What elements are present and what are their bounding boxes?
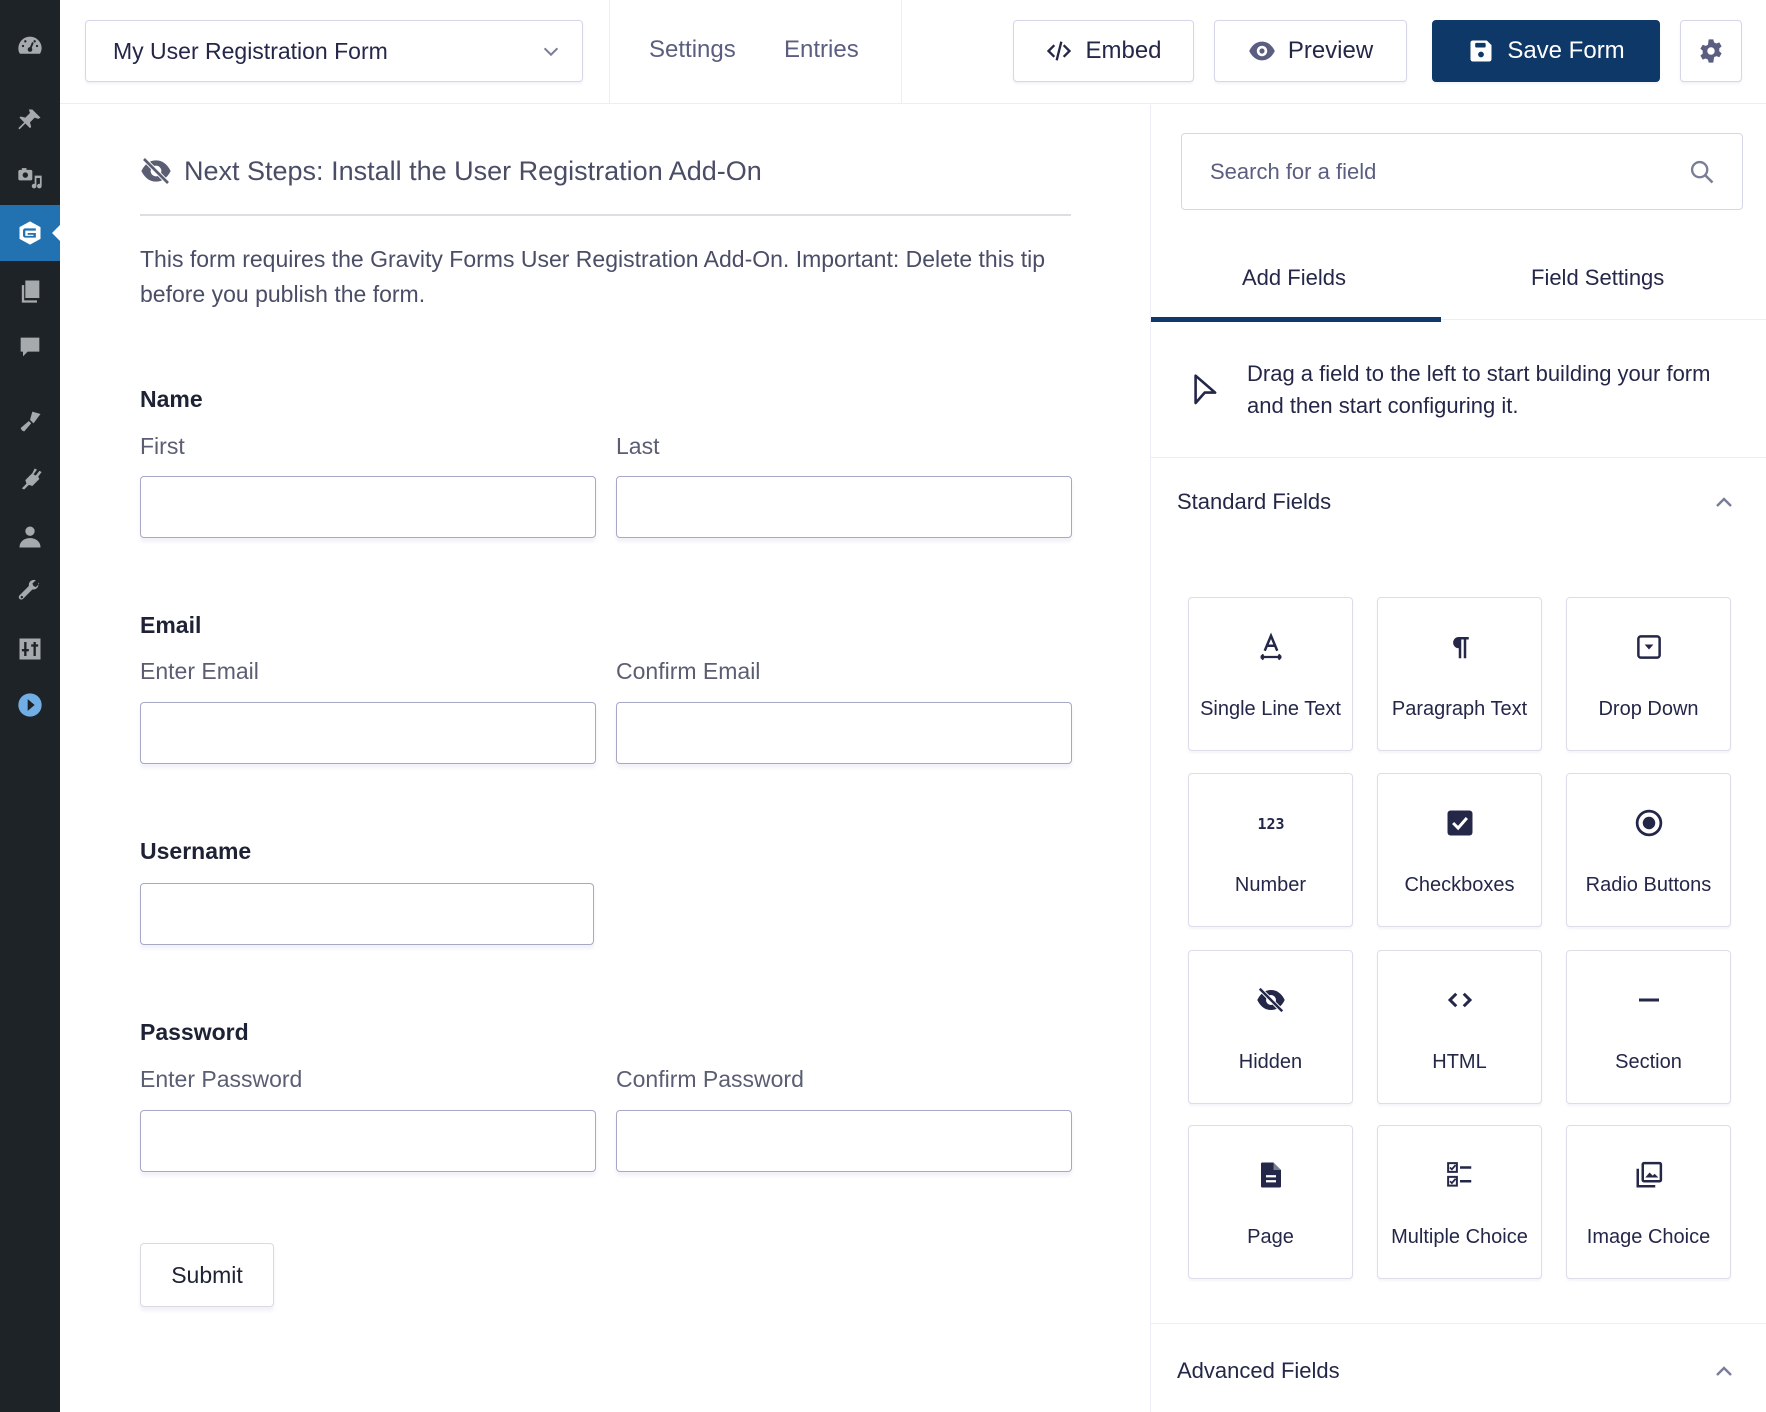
tip-text: This form requires the Gravity Forms Use…: [140, 246, 1045, 307]
form-canvas: Next Steps: Install the User Registratio…: [60, 105, 1150, 1412]
field-tile-drop-down[interactable]: Drop Down: [1566, 597, 1731, 751]
appearance-icon[interactable]: [0, 397, 60, 445]
svg-text:123: 123: [1257, 815, 1284, 833]
section-icon: [1638, 998, 1659, 1002]
field-tile-section[interactable]: Section: [1566, 950, 1731, 1104]
last-name-label: Last: [616, 433, 660, 459]
multiple-choice-icon: [1446, 1162, 1471, 1187]
admin-sidebar: [0, 0, 60, 1412]
single-line-text-icon: [1259, 632, 1282, 661]
form-editor-toolbar: My User Registration Form Settings Entri…: [60, 0, 1766, 104]
field-search-input[interactable]: Search for a field: [1181, 133, 1743, 210]
divider: [1151, 457, 1766, 458]
form-settings-button[interactable]: [1680, 20, 1742, 82]
search-icon: [1690, 160, 1714, 184]
search-placeholder: Search for a field: [1210, 158, 1377, 184]
pin-icon[interactable]: [0, 96, 60, 144]
first-name-label: First: [140, 433, 185, 459]
comments-icon[interactable]: [0, 323, 60, 371]
save-icon: [1470, 40, 1492, 62]
gravity-forms-icon[interactable]: [0, 205, 60, 261]
field-tile-paragraph-text[interactable]: Paragraph Text: [1377, 597, 1542, 751]
field-tile-page[interactable]: Page: [1188, 1125, 1353, 1279]
settings-link[interactable]: Settings: [649, 36, 736, 64]
enter-email-label: Enter Email: [140, 658, 259, 684]
confirm-password-label: Confirm Password: [616, 1066, 804, 1092]
username-field-label: Username: [140, 838, 252, 864]
preview-button[interactable]: Preview: [1214, 20, 1407, 82]
entries-link[interactable]: Entries: [784, 36, 859, 64]
plugins-icon[interactable]: [0, 455, 60, 503]
field-tile-multiple-choice[interactable]: Multiple Choice: [1377, 1125, 1542, 1279]
active-tab-indicator: [1151, 317, 1441, 322]
dropdown-icon: [1636, 635, 1661, 659]
password-field-label: Password: [140, 1019, 249, 1045]
settings-icon[interactable]: [0, 625, 60, 673]
image-choice-icon: [1636, 1161, 1662, 1188]
tip-heading: Next Steps: Install the User Registratio…: [140, 155, 762, 187]
play-icon[interactable]: [0, 681, 60, 729]
advanced-fields-heading[interactable]: Advanced Fields: [1177, 1358, 1340, 1384]
checkbox-icon: [1447, 810, 1472, 836]
email-input[interactable]: [140, 702, 596, 764]
chevron-down-icon: [543, 47, 559, 57]
field-tile-image-choice[interactable]: Image Choice: [1566, 1125, 1731, 1279]
field-tile-radio-buttons[interactable]: Radio Buttons: [1566, 773, 1731, 927]
password-input[interactable]: [140, 1110, 596, 1172]
tab-add-fields[interactable]: Add Fields: [1242, 265, 1346, 291]
divider: [1151, 1323, 1766, 1324]
form-name: My User Registration Form: [113, 37, 388, 64]
field-tile-hidden[interactable]: Hidden: [1188, 950, 1353, 1104]
embed-button[interactable]: Embed: [1013, 20, 1194, 82]
first-name-input[interactable]: [140, 476, 596, 538]
confirm-email-label: Confirm Email: [616, 658, 761, 684]
code-icon: [1047, 41, 1072, 61]
drag-hint: Drag a field to the left to start buildi…: [1247, 361, 1711, 418]
page-icon: [1260, 1162, 1281, 1188]
number-icon: 123: [1257, 815, 1284, 833]
eye-icon: [1248, 41, 1275, 61]
confirm-email-input[interactable]: [616, 702, 1072, 764]
dashboard-icon[interactable]: [0, 22, 60, 70]
save-form-button[interactable]: Save Form: [1432, 20, 1660, 82]
field-tile-checkboxes[interactable]: Checkboxes: [1377, 773, 1542, 927]
paragraph-icon: [1452, 637, 1469, 659]
enter-password-label: Enter Password: [140, 1066, 303, 1092]
field-panel: Search for a field Add Fields Field Sett…: [1150, 105, 1766, 1412]
cursor-icon: [1194, 374, 1217, 405]
media-icon[interactable]: [0, 154, 60, 202]
email-field-label: Email: [140, 612, 202, 638]
field-tile-html[interactable]: HTML: [1377, 950, 1542, 1104]
field-tile-single-line-text[interactable]: Single Line Text: [1188, 597, 1353, 751]
last-name-input[interactable]: [616, 476, 1072, 538]
gear-icon: [1700, 39, 1722, 63]
divider: [609, 0, 610, 104]
field-tile-number[interactable]: 123 Number: [1188, 773, 1353, 927]
divider: [901, 0, 902, 104]
submit-button[interactable]: Submit: [140, 1243, 274, 1307]
username-input[interactable]: [140, 883, 594, 945]
html-icon: [1447, 992, 1472, 1008]
eye-slash-icon: [141, 157, 171, 185]
pages-icon[interactable]: [0, 267, 60, 315]
chevron-up-icon[interactable]: [1712, 490, 1736, 514]
standard-fields-heading[interactable]: Standard Fields: [1177, 489, 1331, 515]
divider: [140, 214, 1071, 216]
chevron-up-icon[interactable]: [1712, 1359, 1736, 1383]
confirm-password-input[interactable]: [616, 1110, 1072, 1172]
users-icon[interactable]: [0, 513, 60, 561]
name-field-label: Name: [140, 386, 203, 412]
hidden-icon: [1256, 987, 1285, 1013]
form-switcher-dropdown[interactable]: My User Registration Form: [85, 20, 583, 82]
radio-icon: [1635, 809, 1662, 837]
tools-icon[interactable]: [0, 569, 60, 617]
tab-field-settings[interactable]: Field Settings: [1531, 265, 1664, 291]
